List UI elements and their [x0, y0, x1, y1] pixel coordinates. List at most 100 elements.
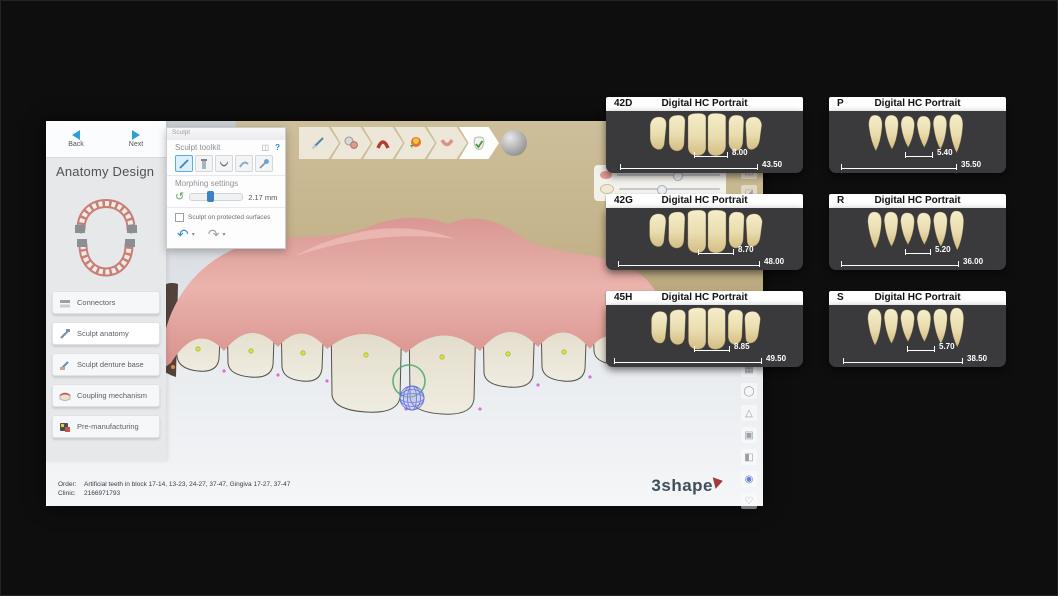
back-button[interactable]: Back — [46, 121, 106, 157]
sidebar-item-label: Sculpt anatomy — [77, 329, 129, 338]
morph-radius-slider[interactable] — [189, 193, 243, 201]
next-button[interactable]: Next — [106, 121, 166, 157]
width-ruler: 8.85 — [694, 344, 750, 351]
length-ruler: 38.50 — [843, 356, 987, 363]
frame-icon[interactable]: ▣ — [741, 427, 757, 443]
card-body: 8.00 43.50 — [606, 111, 803, 173]
card-body: 5.20 36.00 — [829, 208, 1006, 270]
sidebar-item-label: Connectors — [77, 298, 115, 307]
undo-button[interactable]: ↶ — [177, 228, 189, 240]
width-ruler: 5.40 — [905, 150, 953, 157]
mould-card-42d[interactable]: 42D Digital HC Portrait 8.00 43.50 — [606, 97, 803, 173]
globe-icon[interactable]: ◉ — [741, 471, 757, 487]
carve-tool-button[interactable] — [215, 155, 233, 172]
undo-redo-row: ↶ ▾ ↷ ▾ — [167, 224, 285, 240]
sidebar-item-pre-manufacturing[interactable]: Pre-manufacturing — [52, 415, 160, 438]
card-header: 42G Digital HC Portrait — [606, 194, 803, 208]
prism-icon[interactable]: △ — [741, 405, 757, 421]
logo-triangle-icon — [713, 475, 725, 489]
card-body: 8.85 49.50 — [606, 305, 803, 367]
add-material-tool-button[interactable] — [195, 155, 213, 172]
gingiva-icon — [439, 136, 455, 150]
slider-thumb[interactable] — [207, 191, 214, 202]
mould-card-p[interactable]: P Digital HC Portrait 5.40 35.50 — [829, 97, 1006, 173]
protected-surfaces-label: Sculpt on protected surfaces — [188, 214, 270, 221]
reset-icon[interactable]: ↺ — [175, 192, 184, 202]
sidebar-item-label: Coupling mechanism — [77, 391, 147, 400]
card-body: 8.70 48.00 — [606, 208, 803, 270]
logo-text: 3shape — [651, 476, 713, 496]
morph-tool-button[interactable] — [255, 155, 273, 172]
smooth-tool-icon — [238, 158, 250, 170]
card-header: R Digital HC Portrait — [829, 194, 1006, 208]
coupling-mechanism-icon — [59, 390, 71, 402]
wax-knife-tool-icon — [178, 158, 190, 170]
sculpt-tools — [167, 154, 285, 176]
help-icon[interactable]: ? — [275, 143, 280, 152]
sidebar-item-connectors[interactable]: Connectors — [52, 291, 160, 314]
sculpt-denture-base-icon — [59, 359, 71, 371]
mould-card-r[interactable]: R Digital HC Portrait 5.20 36.00 — [829, 194, 1006, 270]
width-ruler: 5.70 — [907, 344, 955, 351]
mould-card-s[interactable]: S Digital HC Portrait 5.70 38.50 — [829, 291, 1006, 367]
setup-slider[interactable] — [617, 174, 720, 176]
protected-surfaces-checkbox[interactable] — [175, 213, 184, 222]
approve-teeth-icon — [471, 136, 487, 151]
card-header: S Digital HC Portrait — [829, 291, 1006, 305]
3shape-logo: 3shape — [651, 476, 723, 496]
width-ruler: 8.70 — [698, 247, 754, 254]
next-label: Next — [129, 141, 143, 148]
scans-icon — [343, 136, 359, 150]
width-ruler: 8.00 — [694, 150, 748, 157]
add-material-tool-icon — [198, 158, 210, 170]
lower-teeth-preview — [866, 113, 970, 155]
wax-knife-tool-button[interactable] — [175, 155, 193, 172]
sidebar-item-label: Pre-manufacturing — [77, 422, 139, 431]
sidebar: Back Next Anatomy Design Connectors Scul… — [46, 121, 166, 461]
sculpt-panel-title: Sculpt — [167, 128, 285, 140]
sculpt-panel: Sculpt Sculpt toolkit ◫ ? Morphing setti… — [166, 127, 286, 249]
length-ruler: 43.50 — [620, 162, 782, 169]
connectors-icon — [59, 297, 71, 309]
sidebar-item-sculpt-denture-base[interactable]: Sculpt denture base — [52, 353, 160, 376]
sidebar-item-sculpt-anatomy[interactable]: Sculpt anatomy — [52, 322, 160, 345]
setup-slider[interactable] — [619, 188, 720, 190]
sidebar-item-coupling-mechanism[interactable]: Coupling mechanism — [52, 384, 160, 407]
snapshot-icon[interactable]: ◫ — [261, 143, 269, 152]
order-text: Artificial teeth in block 17-14, 13-23, … — [84, 481, 290, 488]
card-header: 45H Digital HC Portrait — [606, 291, 803, 305]
wizard-nav: Back Next — [46, 121, 166, 158]
back-arrow-icon — [72, 130, 80, 140]
sculpt-anatomy-icon — [59, 328, 71, 340]
undo-dropdown-icon[interactable]: ▾ — [192, 231, 195, 238]
tooth-shade-icon — [407, 136, 423, 150]
camera-icon[interactable]: ◧ — [741, 449, 757, 465]
mould-title: Digital HC Portrait — [829, 98, 1006, 109]
mould-card-42g[interactable]: 42G Digital HC Portrait 8.70 48.00 — [606, 194, 803, 270]
orbit-view-button[interactable] — [501, 130, 527, 156]
morph-tool-icon — [258, 158, 270, 170]
mould-title: Digital HC Portrait — [606, 98, 803, 109]
redo-dropdown-icon[interactable]: ▾ — [222, 231, 225, 238]
card-body: 5.40 35.50 — [829, 111, 1006, 173]
protected-surfaces-row: Sculpt on protected surfaces — [167, 207, 285, 224]
tooth-thumb-icon — [600, 184, 614, 194]
card-header: 42D Digital HC Portrait — [606, 97, 803, 111]
page-title: Anatomy Design — [46, 158, 166, 181]
smooth-tool-button[interactable] — [235, 155, 253, 172]
length-ruler: 35.50 — [841, 162, 981, 169]
sphere-icon[interactable]: ◯ — [741, 383, 757, 399]
length-ruler: 36.00 — [841, 259, 983, 266]
back-label: Back — [68, 141, 84, 148]
card-body: 5.70 38.50 — [829, 305, 1006, 367]
dental-arch-diagram[interactable] — [63, 183, 149, 287]
morph-controls: ↺ 2.17 mm — [167, 190, 285, 205]
length-ruler: 48.00 — [618, 259, 784, 266]
mould-card-45h[interactable]: 45H Digital HC Portrait 8.85 49.50 — [606, 291, 803, 367]
wax-knife-step-button[interactable] — [299, 127, 339, 159]
card-header: P Digital HC Portrait — [829, 97, 1006, 111]
redo-button[interactable]: ↷ — [208, 228, 220, 240]
lower-teeth-preview — [863, 307, 973, 349]
mould-title: Digital HC Portrait — [829, 195, 1006, 206]
chat-icon[interactable]: ♡ — [741, 493, 757, 509]
